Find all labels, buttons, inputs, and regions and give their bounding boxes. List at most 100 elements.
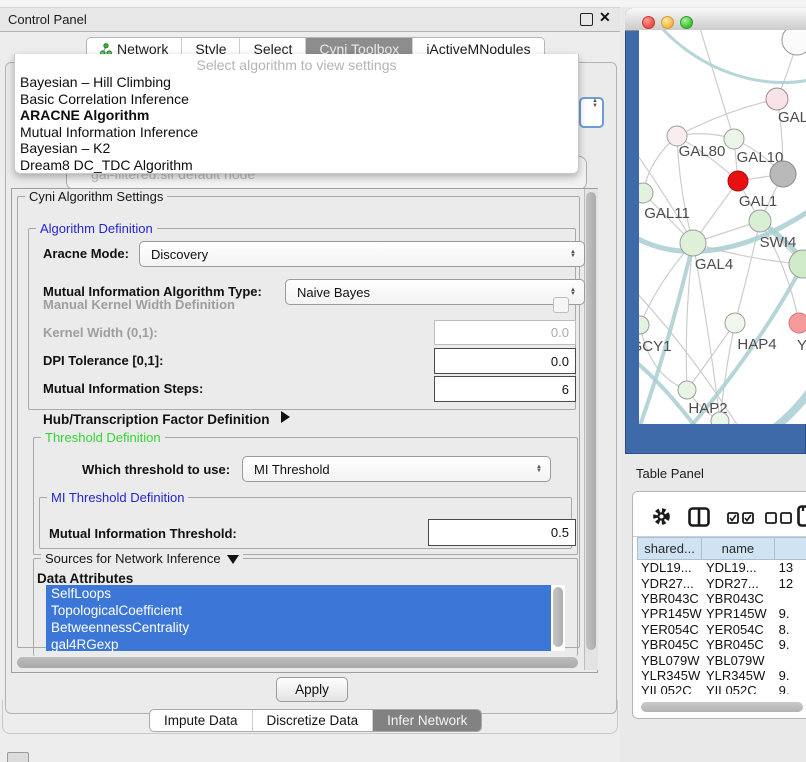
network-node-gal10[interactable]: [724, 129, 744, 149]
table-cell: YDL19...: [702, 560, 775, 575]
dpi-tolerance-field[interactable]: 0.0: [434, 348, 576, 374]
network-node-hap4[interactable]: [725, 313, 745, 333]
data-attribute-item[interactable]: TopologicalCoefficient: [46, 602, 551, 619]
horizontal-scrollbar-thumb[interactable]: [17, 657, 578, 668]
column-header-name[interactable]: name: [702, 537, 775, 560]
network-edge-highlighted: [664, 264, 803, 424]
network-node-gal1[interactable]: [728, 171, 748, 191]
expand-arrow-icon[interactable]: [281, 411, 290, 423]
bottom-tab-infer-network[interactable]: Infer Network: [373, 710, 481, 731]
float-window-icon[interactable]: [580, 13, 593, 26]
dropdown-option[interactable]: ARACNE Algorithm: [19, 107, 574, 124]
network-node-swi4[interactable]: [749, 210, 771, 232]
network-node[interactable]: [789, 250, 806, 278]
select-all-checks-icon[interactable]: [727, 512, 755, 524]
network-node-label: GCY1: [639, 338, 671, 355]
close-traffic-light-icon[interactable]: [642, 16, 655, 29]
table-row[interactable]: YLR345WYLR345W9.: [637, 668, 806, 683]
mi-threshold-field[interactable]: 0.5: [428, 519, 576, 546]
data-attributes-label: Data Attributes: [37, 571, 133, 586]
table-panel-card: shared...name YDL19...YDL19...13YDR27...…: [632, 491, 806, 719]
network-node-gal11[interactable]: [639, 183, 653, 203]
network-node-gcy1[interactable]: [639, 316, 649, 334]
bottom-corner-button[interactable]: [7, 752, 29, 762]
data-attributes-list[interactable]: SelfLoopsTopologicalCoefficientBetweenne…: [46, 585, 565, 651]
network-node-gal4[interactable]: [680, 230, 706, 256]
table-cell: YLR345W: [702, 668, 775, 683]
network-node[interactable]: [770, 161, 796, 187]
bottom-tab-impute-data[interactable]: Impute Data: [150, 710, 253, 731]
mi-algorithm-type-value: Naive Bayes: [297, 285, 370, 300]
mi-algorithm-type-combobox[interactable]: Naive Bayes ▲▼: [285, 279, 585, 305]
algorithm-dropdown-list: Bayesian – Hill ClimbingBasic Correlatio…: [19, 74, 574, 173]
dpi-tolerance-label: DPI Tolerance [0,1]:: [43, 353, 163, 368]
table-header-row: shared...name: [637, 537, 806, 560]
algorithm-combobox-focus-fragment[interactable]: ▲▼: [579, 97, 604, 128]
control-panel-titlebar: [0, 8, 620, 32]
zoom-traffic-light-icon[interactable]: [680, 16, 693, 29]
table-row[interactable]: YBR043CYBR043C: [637, 591, 806, 606]
dropdown-option[interactable]: Bayesian – Hill Climbing: [19, 74, 574, 91]
table-row[interactable]: YIL052CYIL052C9.: [637, 683, 806, 694]
table-cell: YBR045C: [637, 637, 702, 652]
control-panel-title: Control Panel: [8, 12, 87, 27]
network-node-gal[interactable]: [766, 88, 788, 110]
mi-steps-field[interactable]: 6: [434, 376, 576, 402]
bottom-tab-discretize-data[interactable]: Discretize Data: [253, 710, 374, 731]
network-edge-highlighted: [739, 390, 806, 424]
dropdown-option[interactable]: Dream8 DC_TDC Algorithm: [19, 157, 574, 174]
dropdown-option[interactable]: Basic Correlation Inference: [19, 91, 574, 108]
aracne-mode-combobox[interactable]: Discovery ▲▼: [139, 241, 585, 267]
table-row[interactable]: YDL19...YDL19...13: [637, 560, 806, 575]
table-cell: YIL052C: [702, 683, 775, 694]
list-scrollbar-thumb[interactable]: [553, 587, 563, 647]
combo-spinner-icon: ▲▼: [570, 288, 576, 297]
column-header[interactable]: [775, 537, 806, 560]
sources-title[interactable]: Sources for Network Inference: [41, 551, 243, 566]
column-header-shared[interactable]: shared...: [637, 537, 702, 560]
table-panel-title: Table Panel: [636, 466, 704, 481]
network-view-window[interactable]: GALGAL80GAL10GAL1SWI4GAL11GAL4GCY1HAP4YH…: [625, 8, 806, 454]
table-cell: 9.: [775, 668, 806, 683]
mi-threshold-definition-title: MI Threshold Definition: [47, 490, 188, 505]
table-row[interactable]: YBL079WYBL079W: [637, 652, 806, 667]
which-threshold-combobox[interactable]: MI Threshold ▲▼: [242, 456, 551, 482]
columns-icon[interactable]: [688, 507, 710, 527]
network-node-y[interactable]: [789, 313, 806, 333]
table-cell: 9.: [775, 637, 806, 652]
data-attribute-item[interactable]: gal4RGexp: [46, 636, 551, 651]
network-node[interactable]: [782, 30, 806, 55]
table-row[interactable]: YDR27...YDR27...12: [637, 575, 806, 590]
minimize-traffic-light-icon[interactable]: [661, 16, 674, 29]
dropdown-option[interactable]: Mutual Information Inference: [19, 124, 574, 141]
kernel-width-field[interactable]: 0.0: [434, 320, 576, 345]
hub-definition-label[interactable]: Hub/Transcription Factor Definition: [43, 412, 270, 427]
table-cell: YBR043C: [702, 591, 775, 606]
network-node-label: GAL11: [644, 205, 690, 222]
document-icon[interactable]: [797, 505, 806, 527]
table-cell: YER054C: [637, 622, 702, 637]
close-icon[interactable]: ✕: [599, 9, 611, 26]
algorithm-dropdown-popup: Select algorithm to view settings Bayesi…: [14, 54, 579, 174]
which-threshold-value: MI Threshold: [254, 462, 330, 477]
threshold-definition-title: Threshold Definition: [41, 430, 165, 445]
vertical-scrollbar-thumb[interactable]: [586, 192, 596, 650]
network-node-label: SWI4: [760, 234, 797, 251]
network-canvas[interactable]: GALGAL80GAL10GAL1SWI4GAL11GAL4GCY1HAP4YH…: [639, 30, 806, 424]
cyni-algorithm-settings-title: Cyni Algorithm Settings: [25, 189, 167, 204]
manual-kernel-width-checkbox[interactable]: [553, 297, 569, 313]
table-cell: YBR045C: [702, 637, 775, 652]
apply-button[interactable]: Apply: [276, 677, 348, 702]
table-row[interactable]: YPR145WYPR145W9.: [637, 606, 806, 621]
data-attribute-item[interactable]: SelfLoops: [46, 585, 551, 602]
table-toolbar: [633, 492, 806, 537]
gear-icon[interactable]: [652, 507, 671, 526]
table-horizontal-scrollbar-thumb[interactable]: [641, 702, 803, 712]
network-node-hap2[interactable]: [678, 381, 696, 399]
dropdown-option[interactable]: Bayesian – K2: [19, 140, 574, 157]
algorithm-dropdown-placeholder: Select algorithm to view settings: [15, 57, 578, 73]
table-row[interactable]: YBR045CYBR045C9.: [637, 637, 806, 652]
data-attribute-item[interactable]: BetweennessCentrality: [46, 619, 551, 636]
table-row[interactable]: YER054CYER054C8.: [637, 622, 806, 637]
deselect-checks-icon[interactable]: [765, 512, 793, 524]
